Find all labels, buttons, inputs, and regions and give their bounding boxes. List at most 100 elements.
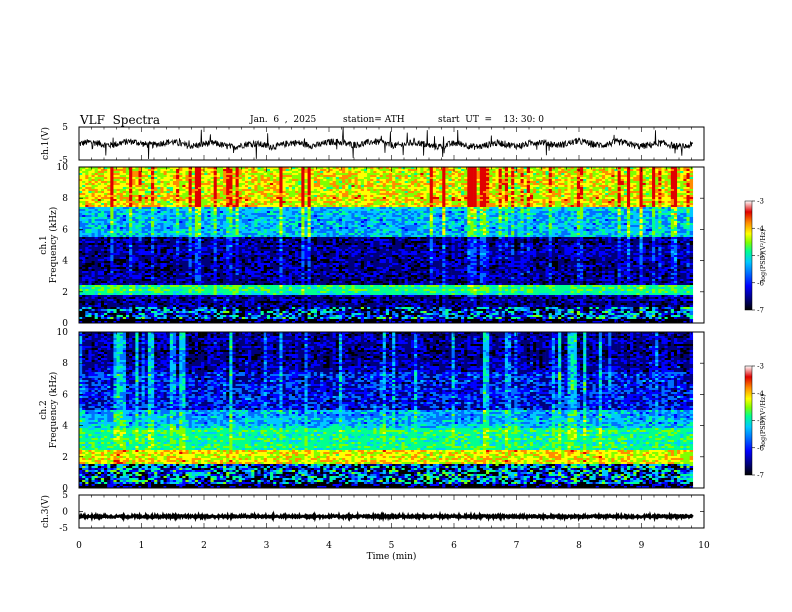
ch1-spectrogram-cell [598,197,603,200]
ch1-spectrogram-cell [673,199,678,202]
ch1-spectrogram-cell [329,187,333,190]
ch1-spectrogram-cell [163,207,167,210]
ch1-spectrogram-cell [467,213,471,216]
ch1-spectrogram-cell [592,193,596,196]
ch1-spectrogram-cell [529,181,534,184]
ch1-spectrogram-cell [363,209,368,212]
ch1-spectrogram-cell [392,205,396,208]
ch1-spectrogram-cell [439,205,443,208]
ch1-spectrogram-cell [576,179,581,182]
ch1-spectrogram-cell [82,175,86,178]
ch1-spectrogram-cell [295,209,299,212]
ch1-spectrogram-cell [479,205,484,208]
ch1-spectrogram-cell [207,211,211,214]
ch1-spectrogram-cell [508,207,512,210]
ch1-spectrogram-cell [526,211,531,214]
ch1-spectrogram-cell [401,205,405,208]
ch1-spectrogram-cell [370,179,374,182]
ch1-spectrogram-cell [345,211,349,214]
ch1-spectrogram-cell [620,175,625,178]
ch1-spectrogram-cell [576,209,581,212]
ch1-spectrogram-cell [661,173,665,176]
ch1-spectrogram-cell [191,201,196,204]
ch1-spectrogram-cell [545,199,550,202]
ch1-spectrogram-cell [385,201,390,204]
ch1-spectrogram-cell [561,209,565,212]
ch1-spectrogram-cell [586,171,590,174]
ch1-spectrogram-cell [379,183,384,186]
ch1-spectrogram-cell [448,211,452,214]
ch1-spectrogram-cell [451,185,456,188]
ch1-spectrogram-cell [197,215,202,218]
ch1-spectrogram-cell [326,175,330,178]
ch1-spectrogram-cell [432,203,437,206]
ch1-spectrogram-cell [573,177,578,180]
ch1-spectrogram-cell [313,173,318,176]
ch1-spectrogram-cell [254,181,258,184]
ch1-spectrogram-cell [404,209,409,212]
ch1-spectrogram-cell [426,173,431,176]
ch1-spectrogram-cell [122,203,127,206]
ch1-spectrogram-cell [216,173,221,176]
ch1-spectrogram-cell [683,173,687,176]
ch1-spectrogram-cell [667,195,672,198]
ch1-spectrogram-cell [489,187,493,190]
ch1-spectrogram-cell [482,181,487,184]
ch1-spectrogram-cell [251,189,255,192]
ch1-spectrogram-cell [370,213,374,216]
ch1-spectrogram-cell [583,189,587,192]
ch1-spectrogram-cell [182,195,186,198]
ch1-spectrogram-cell [658,169,662,172]
ch1-spectrogram-cell [191,189,196,192]
ch1-spectrogram-cell [536,175,540,178]
ch1-spectrogram-cell [169,203,174,206]
ch1-spectrogram-cell [376,205,380,208]
ch1-spectrogram-cell [554,209,559,212]
ch1-spectrogram-cell [435,187,440,190]
ch1-spectrogram-cell [298,175,302,178]
ch1-spectrogram-cell [454,171,459,174]
ch1-spectrogram-cell [570,177,575,180]
ch1-spectrogram-cell [232,203,236,206]
ch1-spectrogram-cell [576,195,581,198]
ch1-spectrogram-cell [514,197,518,200]
ch1-spectrogram-cell [498,211,503,214]
ch1-spectrogram-cell [210,175,214,178]
ch1-spectrogram-cell [110,205,114,208]
ch1-spectrogram-cell [486,175,490,178]
ch1-spectrogram-cell [457,209,462,212]
ch1-spectrogram-cell [335,203,340,206]
ch1-spectrogram-cell [645,183,650,186]
ch1-spectrogram-cell [432,215,437,218]
ch1-spectrogram-cell [201,211,205,214]
ch1-spectrogram-cell [492,197,496,200]
ch1-spectrogram-cell [410,199,415,202]
ch1-spectrogram-cell [539,177,543,180]
ch1-spectrogram-cell [197,169,202,172]
ch1-spectrogram-cell [157,189,161,192]
ch1-spectrogram-cell [539,195,543,198]
ch1-spectrogram-cell [282,169,286,172]
ch1-spectrogram-cell [288,211,293,214]
ch1-spectrogram-cell [132,203,136,206]
ch1-spectrogram-cell [94,173,99,176]
ch1-spectrogram-cell [548,191,553,194]
ch1-spectrogram-cell [379,195,384,198]
ch1-spectrogram-cell [201,215,205,218]
ch1-spectrogram-cell [351,211,355,214]
ch1-spectrogram-cell [104,187,108,190]
ch1-spectrogram-cell [445,185,449,188]
ch1-spectrogram-cell [573,171,578,174]
ch1-spectrogram-cell [251,209,255,212]
ch1-spectrogram-cell [125,183,130,186]
ch1-spectrogram-cell [461,183,465,186]
ch1-spectrogram-cell [601,203,606,206]
ch1-spectrogram-cell [501,179,506,182]
ch1-spectrogram-cell [204,199,208,202]
ch1-spectrogram-cell [392,177,396,180]
ch1-spectrogram-cell [232,181,236,184]
ch1-spectrogram-cell [304,177,308,180]
ch1-spectrogram-cell [288,195,293,198]
ch1-spectrogram-cell [379,181,384,184]
ch1-spectrogram-cell [614,205,618,208]
